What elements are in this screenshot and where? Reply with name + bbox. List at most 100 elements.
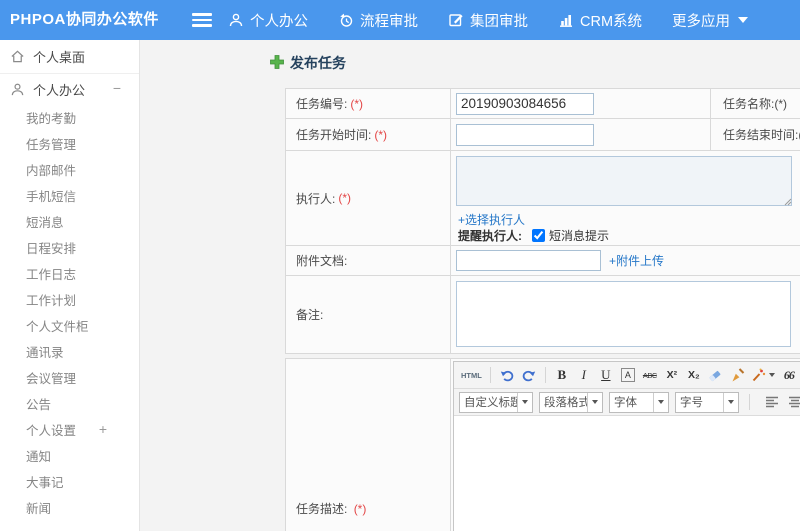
nav-more-apps[interactable]: 更多应用: [672, 10, 749, 31]
nav-label: 集团审批: [470, 13, 528, 30]
sidebar-item-news[interactable]: 新闻: [0, 494, 139, 520]
editor-toolbar-row1: HTML B I U A ABC X² X₂ 66: [454, 362, 800, 389]
redo-button[interactable]: [519, 365, 539, 385]
rich-text-editor: HTML B I U A ABC X² X₂ 66 自定义标题 段落格式 字体 …: [453, 361, 800, 531]
sms-remind-checkbox[interactable]: [532, 229, 545, 242]
remind-executor-label: 提醒执行人:: [458, 229, 522, 243]
undo-button[interactable]: [497, 365, 517, 385]
sidebar-item-announcement[interactable]: 公告: [0, 390, 139, 416]
task-name-label: 任务名称: (*): [723, 96, 788, 112]
remark-label: 备注:: [286, 276, 451, 353]
sidebar-item-work-plan[interactable]: 工作计划: [0, 286, 139, 312]
sidebar-item-attendance[interactable]: 我的考勤: [0, 104, 139, 130]
required-mark: (*): [774, 96, 788, 111]
caret-down-icon: [723, 392, 738, 412]
executor-textarea[interactable]: [456, 156, 792, 206]
caret-down-icon: [587, 392, 602, 412]
resize-grip-icon[interactable]: [784, 198, 792, 206]
align-center-button[interactable]: [785, 392, 800, 412]
sidebar-item-notification[interactable]: 通知: [0, 442, 139, 468]
expand-icon[interactable]: +: [99, 421, 107, 437]
sidebar-item-file-cabinet[interactable]: 个人文件柜: [0, 312, 139, 338]
description-section: 任务描述: (*) HTML B I U A ABC X² X₂ 66 自定义标…: [285, 358, 800, 531]
executor-label: 执行人: (*): [286, 151, 451, 245]
page-title: 发布任务: [290, 55, 346, 71]
editor-content-area[interactable]: [454, 416, 800, 531]
sidebar: 个人桌面 个人办公 − 我的考勤 任务管理 内部邮件 手机短信 短消息 日程安排…: [0, 40, 140, 531]
sidebar-item-personal-settings[interactable]: 个人设置 +: [0, 416, 139, 442]
sidebar-item-milestones[interactable]: 大事记: [0, 468, 139, 494]
custom-heading-select[interactable]: 自定义标题: [459, 391, 533, 413]
superscript-button[interactable]: X²: [662, 365, 682, 385]
blockquote-button[interactable]: 66: [779, 365, 799, 385]
sidebar-item-short-message[interactable]: 短消息: [0, 208, 139, 234]
nav-label: 流程审批: [360, 13, 418, 30]
required-mark: (*): [353, 502, 367, 516]
nav-label: CRM系统: [580, 13, 643, 30]
topbar: PHPOA协同办公软件 个人办公 流程审批 集团审批 CRM系统 更多应用: [0, 0, 800, 40]
nav-process-approval[interactable]: 流程审批: [338, 10, 418, 31]
html-source-button[interactable]: HTML: [459, 365, 484, 385]
top-navigation: 个人办公 流程审批 集团审批 CRM系统 更多应用: [228, 0, 749, 40]
caret-down-icon: [738, 17, 749, 23]
eraser-button[interactable]: [706, 365, 726, 385]
process-approval-icon: [338, 12, 354, 28]
caret-down-icon: [517, 392, 532, 412]
edit-icon: [448, 12, 464, 28]
font-size-select[interactable]: 字号: [675, 391, 739, 413]
sidebar-item-label: 个人桌面: [33, 50, 86, 65]
bold-button[interactable]: B: [552, 365, 572, 385]
collapse-icon[interactable]: −: [113, 80, 121, 96]
sidebar-item-task-management[interactable]: 任务管理: [0, 130, 139, 156]
person-icon: [228, 12, 244, 28]
caret-down-icon: [653, 392, 668, 412]
required-mark: (*): [350, 96, 364, 111]
sidebar-item-desktop[interactable]: 个人桌面: [0, 40, 139, 74]
remark-textarea[interactable]: [456, 281, 791, 347]
sidebar-group-personal-office[interactable]: 个人办公 −: [0, 74, 139, 104]
required-mark: (*): [374, 127, 388, 142]
task-form: 任务编号: (*) 任务名称: (*) 任务开始时间: (*) 任务结束时间: …: [285, 88, 800, 354]
nav-label: 更多应用: [672, 13, 731, 30]
required-mark: (*): [338, 191, 352, 205]
editor-toolbar-row2: 自定义标题 段落格式 字体 字号: [454, 389, 800, 416]
text-style-button[interactable]: A: [618, 365, 638, 385]
task-no-input[interactable]: [456, 92, 594, 115]
align-left-button[interactable]: [762, 392, 782, 412]
sidebar-item-work-log[interactable]: 工作日志: [0, 260, 139, 286]
nav-personal-office[interactable]: 个人办公: [228, 10, 308, 31]
attachment-label: 附件文档:: [286, 246, 451, 275]
sidebar-item-schedule[interactable]: 日程安排: [0, 234, 139, 260]
caret-down-icon: [768, 373, 775, 377]
description-label: 任务描述: (*): [296, 502, 367, 516]
nav-crm-system[interactable]: CRM系统: [558, 10, 642, 31]
auto-typeset-button[interactable]: [750, 365, 777, 385]
sidebar-item-meeting[interactable]: 会议管理: [0, 364, 139, 390]
subscript-button[interactable]: X₂: [684, 365, 704, 385]
bar-chart-icon: [558, 12, 574, 28]
sms-remind-label: 短消息提示: [549, 229, 610, 243]
app-window: PHPOA协同办公软件 个人办公 流程审批 集团审批 CRM系统 更多应用 个人…: [0, 0, 800, 531]
person-icon: [10, 82, 25, 97]
sidebar-item-internal-mail[interactable]: 内部邮件: [0, 156, 139, 182]
menu-icon[interactable]: [192, 13, 212, 27]
font-family-select[interactable]: 字体: [609, 391, 669, 413]
sidebar-item-sms[interactable]: 手机短信: [0, 182, 139, 208]
paragraph-format-select[interactable]: 段落格式: [539, 391, 603, 413]
home-icon: [10, 49, 25, 64]
nav-group-approval[interactable]: 集团审批: [448, 10, 528, 31]
end-time-label: 任务结束时间: (*): [711, 119, 800, 150]
nav-label: 个人办公: [250, 13, 308, 30]
strikethrough-button[interactable]: ABC: [640, 365, 660, 385]
attachment-upload-link[interactable]: +附件上传: [609, 252, 664, 269]
sidebar-group-label: 个人办公: [33, 82, 86, 98]
sidebar-item-contacts[interactable]: 通讯录: [0, 338, 139, 364]
start-time-label: 任务开始时间: (*): [286, 119, 451, 150]
italic-button[interactable]: I: [574, 365, 594, 385]
format-brush-icon[interactable]: [728, 365, 748, 385]
task-no-label: 任务编号: (*): [286, 89, 451, 118]
choose-executor-link[interactable]: +选择执行人: [458, 211, 525, 228]
attachment-input[interactable]: [456, 250, 601, 271]
start-time-input[interactable]: [456, 123, 594, 146]
underline-button[interactable]: U: [596, 365, 616, 385]
